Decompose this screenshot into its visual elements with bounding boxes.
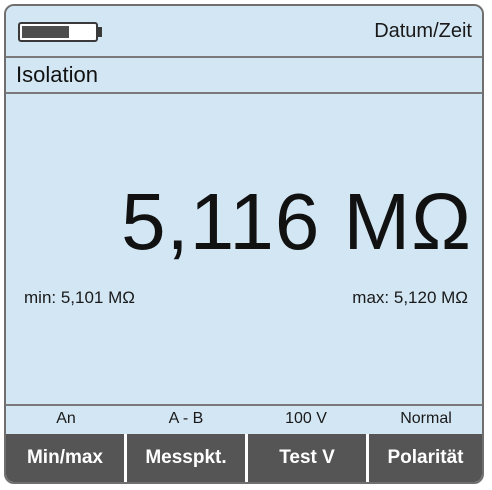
datetime-label: Datum/Zeit [374,20,472,42]
minmax-button[interactable]: Min/max [6,434,124,482]
softkey-bar: Min/max Messpkt. Test V Polarität [6,434,482,482]
measurement-value: 5,116 MΩ [121,177,472,266]
test-v-button[interactable]: Test V [248,434,366,482]
mode-bar: Isolation [6,58,482,90]
softkey-state-messpkt: A - B [168,410,204,427]
minmax-readout: min: 5,101 MΩ max: 5,120 MΩ [6,288,482,312]
mode-title: Isolation [16,62,98,87]
meter-screen: Datum/Zeit Isolation 5,116 MΩ min: 5,101… [4,4,484,484]
battery-level-fill [22,26,69,38]
divider [6,92,482,94]
messpkt-button[interactable]: Messpkt. [127,434,245,482]
softkey-state-minmax: An [56,410,76,427]
softkey-state-polaritaet: Normal [400,410,452,427]
softkey-state-testv: 100 V [285,410,327,427]
min-value: min: 5,101 MΩ [24,288,135,307]
polaritaet-button[interactable]: Polarität [369,434,482,482]
max-value: max: 5,120 MΩ [352,288,468,307]
status-bar: Datum/Zeit [6,6,482,56]
battery-icon [18,22,102,42]
softkey-state-row: An A - B 100 V Normal [6,406,482,430]
